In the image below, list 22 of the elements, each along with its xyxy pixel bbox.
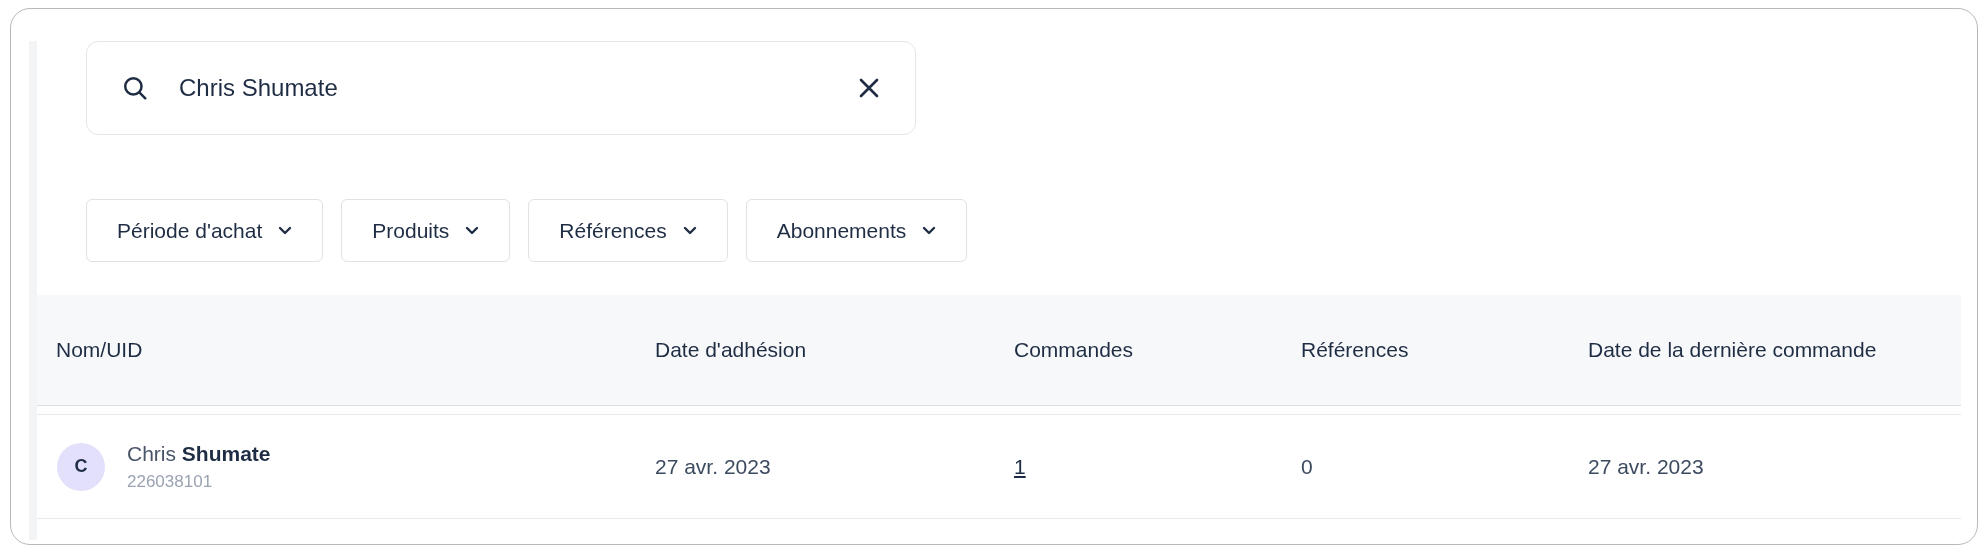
column-header: Références: [1301, 338, 1409, 361]
customer-uid: 226038101: [127, 471, 214, 492]
column-header: Nom/UID: [56, 338, 143, 361]
filter-dropdown[interactable]: Période d'achat: [86, 199, 324, 262]
table-cell: 27 avr. 2023: [655, 454, 771, 478]
table-cell: 0: [1301, 454, 1313, 478]
chevron-down-icon: [922, 225, 937, 236]
chevron-down-icon: [278, 225, 293, 236]
filter-dropdown[interactable]: Références: [528, 199, 728, 262]
column-header: Commandes: [1014, 338, 1134, 361]
filter-dropdown[interactable]: Produits: [341, 199, 511, 262]
table-cell: 27 avr. 2023: [1588, 454, 1704, 478]
chevron-down-icon: [465, 225, 480, 236]
avatar: C: [57, 442, 105, 491]
filter-dropdown[interactable]: Abonnements: [745, 199, 968, 262]
orders-link[interactable]: 1: [1014, 454, 1026, 478]
chevron-down-icon: [682, 225, 697, 236]
search-field[interactable]: Chris Shumate: [86, 41, 916, 135]
close-icon[interactable]: [858, 77, 880, 99]
customer-name: Chris Shumate: [127, 441, 271, 466]
column-header: Date de la dernière commande: [1588, 338, 1877, 361]
column-header: Date d'adhésion: [655, 338, 807, 361]
